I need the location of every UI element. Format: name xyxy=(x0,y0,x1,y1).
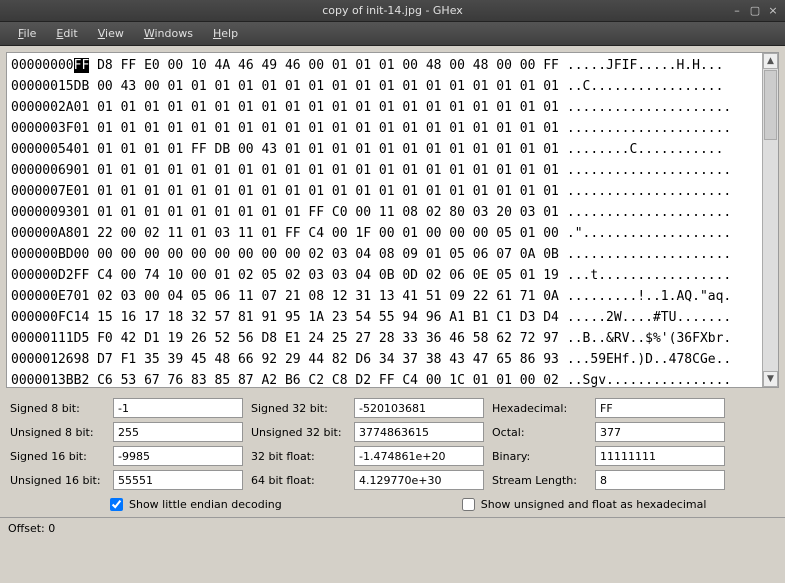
unsigned-16-label: Unsigned 16 bit: xyxy=(10,474,105,487)
hex-content[interactable]: 00000000FF D8 FF E0 00 10 4A 46 49 46 00… xyxy=(7,53,762,387)
binary-label: Binary: xyxy=(492,450,587,463)
scroll-up-icon[interactable]: ▲ xyxy=(763,53,778,69)
unsigned-16-input[interactable] xyxy=(113,470,243,490)
stream-length-label: Stream Length: xyxy=(492,474,587,487)
hexadecimal-label: Hexadecimal: xyxy=(492,402,587,415)
maximize-icon[interactable]: ▢ xyxy=(747,4,763,18)
little-endian-checkbox[interactable] xyxy=(110,498,123,511)
hexadecimal-input[interactable] xyxy=(595,398,725,418)
window-title: copy of init-14.jpg - GHex xyxy=(322,4,463,17)
float-32-label: 32 bit float: xyxy=(251,450,346,463)
signed-16-label: Signed 16 bit: xyxy=(10,450,105,463)
menu-edit[interactable]: Edit xyxy=(46,24,87,43)
octal-label: Octal: xyxy=(492,426,587,439)
menubar: File Edit View Windows Help xyxy=(0,22,785,46)
signed-32-input[interactable] xyxy=(354,398,484,418)
close-icon[interactable]: × xyxy=(765,4,781,18)
scroll-thumb[interactable] xyxy=(764,70,777,140)
octal-input[interactable] xyxy=(595,422,725,442)
vertical-scrollbar[interactable]: ▲ ▼ xyxy=(762,53,778,387)
menu-file[interactable]: File xyxy=(8,24,46,43)
signed-8-input[interactable] xyxy=(113,398,243,418)
minimize-icon[interactable]: – xyxy=(729,4,745,18)
conversion-panel: Signed 8 bit: Signed 32 bit: Hexadecimal… xyxy=(0,392,785,517)
float-32-input[interactable] xyxy=(354,446,484,466)
float-64-label: 64 bit float: xyxy=(251,474,346,487)
signed-32-label: Signed 32 bit: xyxy=(251,402,346,415)
unsigned-8-label: Unsigned 8 bit: xyxy=(10,426,105,439)
signed-16-input[interactable] xyxy=(113,446,243,466)
titlebar: copy of init-14.jpg - GHex – ▢ × xyxy=(0,0,785,22)
unsigned-32-label: Unsigned 32 bit: xyxy=(251,426,346,439)
little-endian-check[interactable]: Show little endian decoding xyxy=(110,498,282,511)
unsigned-32-input[interactable] xyxy=(354,422,484,442)
menu-windows[interactable]: Windows xyxy=(134,24,203,43)
menu-view[interactable]: View xyxy=(88,24,134,43)
hex-editor[interactable]: 00000000FF D8 FF E0 00 10 4A 46 49 46 00… xyxy=(6,52,779,388)
binary-input[interactable] xyxy=(595,446,725,466)
unsigned-hex-check[interactable]: Show unsigned and float as hexadecimal xyxy=(462,498,707,511)
offset-status: Offset: 0 xyxy=(8,522,55,535)
unsigned-8-input[interactable] xyxy=(113,422,243,442)
signed-8-label: Signed 8 bit: xyxy=(10,402,105,415)
stream-length-input[interactable] xyxy=(595,470,725,490)
unsigned-hex-checkbox[interactable] xyxy=(462,498,475,511)
status-bar: Offset: 0 xyxy=(0,517,785,539)
float-64-input[interactable] xyxy=(354,470,484,490)
scroll-down-icon[interactable]: ▼ xyxy=(763,371,778,387)
menu-help[interactable]: Help xyxy=(203,24,248,43)
